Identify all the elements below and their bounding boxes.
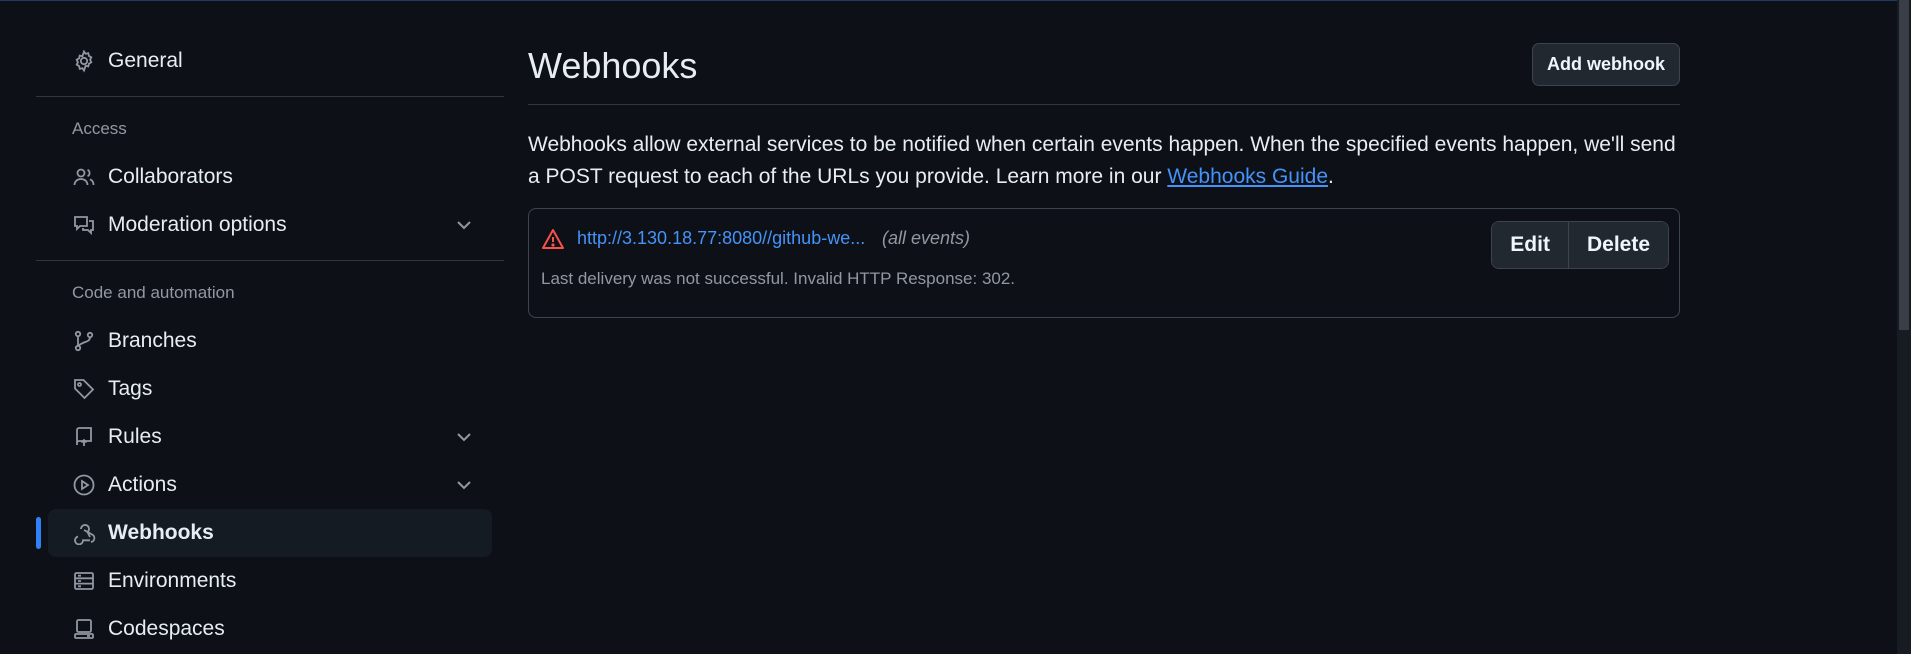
git-branch-icon: [72, 329, 96, 353]
sidebar-item-label: Collaborators: [108, 165, 233, 188]
sidebar-item-environments[interactable]: Environments: [48, 557, 492, 605]
alert-icon: [542, 229, 564, 249]
sidebar-item-label: Rules: [108, 425, 162, 448]
sidebar-item-tags[interactable]: Tags: [48, 365, 492, 413]
people-icon: [72, 165, 96, 189]
webhook-delivery-status: Last delivery was not successful. Invali…: [541, 269, 1016, 288]
sidebar-item-label: General: [108, 49, 183, 72]
page-scrollbar[interactable]: [1897, 0, 1911, 654]
scrollbar-thumb[interactable]: [1899, 0, 1909, 330]
sidebar-item-label: Codespaces: [108, 617, 225, 640]
page-title: Webhooks: [528, 45, 698, 86]
tag-icon: [72, 377, 96, 401]
edit-button[interactable]: Edit: [1492, 222, 1568, 268]
sidebar-item-label: Moderation options: [108, 213, 287, 236]
sidebar-divider: [36, 96, 504, 97]
sidebar-item-general[interactable]: General: [48, 37, 492, 85]
sidebar-item-branches[interactable]: Branches: [48, 317, 492, 365]
chevron-down-icon[interactable]: [452, 425, 476, 449]
sidebar-item-rules[interactable]: Rules: [48, 413, 492, 461]
sidebar-divider: [36, 260, 504, 261]
play-icon: [72, 473, 96, 497]
webhooks-guide-link[interactable]: Webhooks Guide: [1167, 165, 1328, 188]
webhook-actions: Edit Delete: [1491, 221, 1669, 269]
webhooks-main: Webhooks Add webhook Webhooks allow exte…: [528, 1, 1680, 318]
comment-discussion-icon: [72, 213, 96, 237]
sidebar-item-label: Environments: [108, 569, 237, 592]
sidebar-item-label: Tags: [108, 377, 153, 400]
chevron-down-icon[interactable]: [452, 213, 476, 237]
codespaces-icon: [72, 617, 96, 641]
webhook-icon: [72, 521, 96, 545]
webhook-item: http://3.130.18.77:8080//github-we... (a…: [528, 208, 1680, 318]
description-text: Webhooks allow external services to be n…: [528, 133, 1676, 188]
settings-sidebar: General Access Collaborators Moderation …: [36, 1, 504, 653]
delete-button[interactable]: Delete: [1567, 222, 1668, 268]
sidebar-item-webhooks[interactable]: Webhooks: [36, 509, 492, 557]
add-webhook-button[interactable]: Add webhook: [1532, 43, 1680, 86]
chevron-down-icon[interactable]: [452, 473, 476, 497]
settings-page: General Access Collaborators Moderation …: [0, 1, 1897, 654]
sidebar-item-codespaces[interactable]: Codespaces: [48, 605, 492, 653]
webhook-url-link[interactable]: http://3.130.18.77:8080//github-we...: [577, 228, 865, 249]
sidebar-item-actions[interactable]: Actions: [48, 461, 492, 509]
webhook-events: (all events): [882, 228, 971, 248]
section-label-access: Access: [72, 119, 127, 138]
server-icon: [72, 569, 96, 593]
repo-push-icon: [72, 425, 96, 449]
sidebar-item-moderation-options[interactable]: Moderation options: [48, 201, 492, 249]
sidebar-item-collaborators[interactable]: Collaborators: [48, 153, 492, 201]
sidebar-item-label: Actions: [108, 473, 177, 496]
sidebar-item-label: Branches: [108, 329, 197, 352]
description-end: .: [1328, 165, 1334, 188]
section-label-code-automation: Code and automation: [72, 283, 235, 302]
webhooks-description: Webhooks allow external services to be n…: [528, 129, 1680, 193]
sidebar-item-label: Webhooks: [108, 521, 214, 544]
page-header: Webhooks Add webhook: [528, 1, 1680, 105]
gear-icon: [72, 49, 96, 73]
